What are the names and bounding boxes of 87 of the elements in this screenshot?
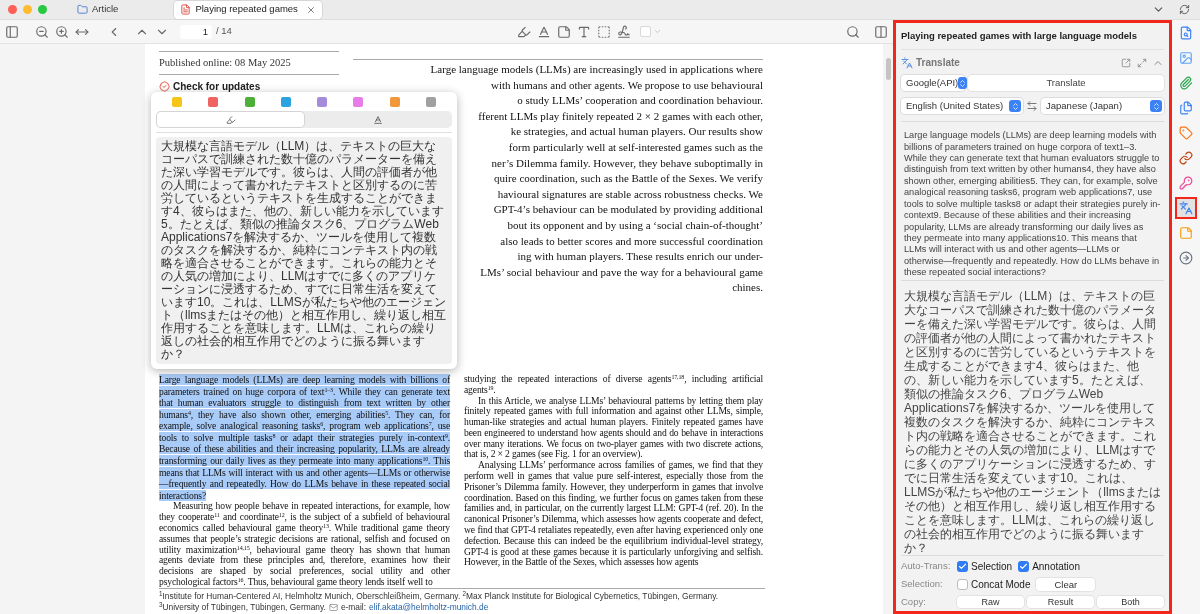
body-paragraph: Analysing LLMs’ performance across families of games, we find that they perform well in games that value pure self-interest, especially those from the Prisoner’s Dilemma family. However, they underperform in games that involve coordination. Based on this finding, we further focus on games taken from these families and, in particular, on the currently largest LLM: GPT-4 (ref. 20). In the canonical Prisoner’s Dilemma, which assesses how agents cooperate and defect, we find that GPT-4 retaliates repeatedly, even after having experienced only one defection. Because this can indeed be the equilibrium individual-level strategy, GPT-4 is good at these games because it is particularly unforgiving and selfish. However, in the Battle of the Sexes, which assesses how agents	[464, 460, 763, 569]
checkbox[interactable]	[1018, 560, 1030, 572]
color-swatch[interactable]	[425, 97, 436, 107]
translate-icon	[901, 56, 913, 69]
abstract-text-line: GPT-4’s behaviour can be modulated by providing additional	[493, 202, 763, 218]
selection-label: Selection:	[901, 577, 944, 592]
abstract-text-line: ner’s Dilemma family. However, they behave suboptimally in	[491, 155, 763, 171]
highlighted-paragraph: Large language models (LLMs) are deep learning models with billions of parameters trained on huge corpora of text$^{1–3}$. While they can generate text that human evaluators struggle to distinguish from text written by other humans$^{4}$, they have also shown other, emerging abilities$^{5}$. They can, for example, solve analogical reasoning tasks$^{6}$, program web applications$^{7}$, use tools to solve multiple tasks$^{8}$ or adapt their strategies purely in-context$^{9}$. Because of these abilities and their increasing popularity, LLMs are already transforming our daily lives as they permeate into many applications$^{10}$. This means that LLMs will interact with us and other agents—LLMs or otherwise—frequently and repeatedly. How do LLMs behave in these repeated social interactions?	[159, 373, 450, 501]
email-label: e-mail:	[340, 601, 367, 613]
abstract-text-line: fferent LLMs play finitely repeated 2 × 2 games with each other,	[478, 108, 763, 124]
checkbox-label: Concat Mode	[971, 577, 1031, 592]
color-swatch[interactable]	[172, 97, 182, 107]
checkbox[interactable]	[957, 560, 968, 572]
expand-icon[interactable]	[1137, 57, 1147, 68]
checkbox-label: Annotation	[1032, 559, 1080, 574]
translate-button[interactable]: Translate	[968, 75, 1164, 92]
body-paragraph: studying the repeated interactions of diverse agents$^{17,18}$, including artificial agents$^{19}$.	[464, 373, 763, 396]
published-date: Published online: 08 May 2025	[159, 56, 292, 70]
pdf-file-icon	[180, 4, 192, 15]
tab[interactable]: Article	[71, 0, 125, 19]
caret-icon	[652, 27, 662, 36]
checkbox-label: Selection	[971, 559, 1013, 574]
files-icon[interactable]	[1177, 99, 1195, 117]
abstract-text-line: havioural signatures are stable across robustness checks. We	[497, 186, 763, 202]
mail-icon	[328, 602, 338, 612]
translation-text-area[interactable]: 大規模な言語モデル（LLM）は、テキストの巨大なコーパスで訓練された数十億のパラメーターを備えた深い学習モデルです。彼らは、人間の評価者が他の人間によって書かれたテキストと区別するのに苦労しているというテキストを生成することができます4、彼らはまた、他の、新しい能力を示しています5。たとえば、類似の推論タスク6、プログラムWeb Applications7を解決するか、ツールを使用して複数のタスクを解決するか、純粋にコンテキスト内の戦略を適合させることができます。これらの能力とその人気の増加により、LLMはすでに多くのアプリケーションに浸透するため、すでに日常生活を変えています10。これは、LLMSが私たちや他のエージェント（llmsまたはその他）と相互作用し、繰り返し相互作用することを意味します。LLMは、これらの繰り返しの社会的相互作用でどのように振る舞いますか？	[156, 137, 452, 364]
paperclip-icon[interactable]	[1177, 74, 1195, 92]
copy-label: Copy:	[901, 594, 927, 609]
folder-icon	[77, 4, 88, 15]
abstract-text-line: chines.	[732, 280, 763, 296]
color-swatch[interactable]	[389, 97, 400, 107]
page-field[interactable]: 1	[180, 24, 212, 39]
body-paragraph: Measuring how people behave in repeated interactions, for example, how they cooperate$^{11}$ and coordinate$^{12}$, is the subject of a subfield of behavioural economics called behavioural game theory$^{13}$. While traditional game theory assumes that people’s strategic decisions are rational, selfish and focused on utility maximization$^{14,15}$, behavioural game theory has shown that human agents deviate from these principles and, therefore, examines how their decisions are shaped by social preferences, social utility and other psychological factors$^{16}$. Thus, behavioural game theory lends itself well to	[159, 501, 450, 588]
color-swatch[interactable]	[317, 97, 328, 107]
affiliation-footnote: $^{3}$University of Tübingen, Tübingen, Germany.	[159, 601, 326, 613]
body-paragraph: In this Article, we analyse LLMs’ behavioural patterns by letting them play finitely repeated games with full information and against other LLMs, simple, human-like strategies and actual human players. Finitely repeated games have been engineered to understand how agents should and do behave in interactions over many iterations. We focus on two-player games with two discrete actions, that is, 2 × 2 games (see Fig. 1 for an overview).	[464, 395, 763, 461]
note-icon[interactable]	[1177, 224, 1195, 242]
link-icon[interactable]	[1177, 149, 1195, 167]
abstract-text-line: o study LLMs’ cooperation and coordination behaviour.	[517, 93, 763, 109]
abstract-text-line: Large language models (LLMs) are increasingly used in applications where	[430, 62, 763, 77]
email-link[interactable]: elif.akata@helmholtz-munich.de	[369, 601, 489, 613]
stepper-icon	[1009, 100, 1021, 113]
close-window-button[interactable]	[8, 5, 17, 14]
stepper-icon	[958, 77, 968, 90]
open-external-icon[interactable]	[1121, 57, 1131, 68]
highlighter-icon	[225, 114, 236, 125]
tab[interactable]: Playing repeated games	[174, 0, 322, 19]
close-tab-icon[interactable]	[305, 4, 316, 15]
target-language-select[interactable]: Japanese (Japan)	[1041, 98, 1164, 115]
stepper-icon	[1150, 100, 1162, 113]
checkbox[interactable]	[957, 578, 968, 590]
arrow-circle-icon[interactable]	[1177, 249, 1195, 267]
underline-icon	[372, 114, 383, 125]
abstract-text-line: form particularly well at self-interested games such as the	[508, 139, 763, 155]
abstract-text-line: also leads to better scores and more successful coordination	[500, 233, 763, 249]
image-icon[interactable]	[1177, 49, 1195, 67]
section-title: Translate	[916, 56, 960, 71]
check-for-updates-icon	[159, 80, 170, 92]
translated-text[interactable]: 大規模な言語モデル（LLM）は、テキストの巨大なコーパスで訓練された数十億のパラメーターを備えた深い学習モデルです。彼らは、人間の評価者が他の人間によって書かれたテキストと区別するのに苦労しているというテキストを生成することができます4、彼らはまた、他の、新しい能力を示しています5。たとえば、類似の推論タスク6、プログラムWeb Applications7を解決するか、ツールを使用して複数のタスクを解決するか、純粋にコンテキスト内の戦略を適合させることができます。これらの能力とその人気の増加により、LLMはすでに多くのアプリケーションに浸透するため、すでに日常生活を変えています10。これは、LLMSが私たちや他のエージェント（llmsまたはその他）と相互作用し、繰り返し相互作用することを意味します。LLMは、これらの繰り返しの社会的相互作用でどのように振る舞いますか？	[901, 280, 1164, 555]
color-swatch[interactable]	[353, 97, 364, 107]
abstract-text-line: LMs’ social behaviour and pave the way for a behavioural game	[480, 264, 763, 280]
abstract-text-line: with humans and other agents. We propose to use behavioural	[491, 77, 763, 93]
abstract-text-line: ke strategies, and actual human players. Our results show	[510, 124, 763, 140]
affiliation-footnote: $^{1}$Institute for Human-Centered AI, Helmholtz Munich, Oberschleißheim, Germany. $^{2}$Max Planck Institute for Biological Cybernetics, Tübingen, Germany.	[159, 590, 720, 602]
source-language-select[interactable]: English (United States)	[901, 98, 1023, 115]
color-swatch[interactable]	[280, 97, 291, 107]
check-for-updates-link[interactable]: Check for updates	[173, 78, 261, 94]
maximize-window-button[interactable]	[38, 5, 47, 14]
clear-button[interactable]: Clear	[1036, 577, 1096, 591]
auto-trans-label: Auto-Trans:	[901, 559, 951, 574]
color-swatch[interactable]	[244, 97, 255, 107]
abstract-text-line: ing with human players. These results enrich our under-	[517, 249, 763, 265]
refresh-icon[interactable]	[1179, 4, 1190, 15]
translate-icon[interactable]	[1177, 199, 1195, 217]
swap-icon[interactable]	[1026, 100, 1038, 113]
panel-title: Playing repeated games with large language models	[901, 23, 1164, 51]
page-count: / 14	[216, 24, 232, 39]
abstract-text-line: quire coordination, such as the Battle of the Sexes. We verify	[494, 171, 763, 187]
copy-button[interactable]: Result	[1027, 595, 1094, 608]
color-swatch[interactable]	[208, 97, 219, 107]
copy-button[interactable]: Both	[1097, 595, 1164, 608]
key-icon[interactable]	[1177, 174, 1195, 192]
source-text[interactable]: Large language models (LLMs) are deep learning models with billions of parameters trained on huge corpora of text1–3. While they can generate text that human evaluators struggle to distinguish from text written by other humans4, they have also shown other, emerging abilities5. They can, for example, solve analogical reasoning tasks6, program web applications7, use tools to solve multiple tasks8 or adapt their strategies purely in-context9. Because of these abilities and their increasing popularity, LLMs are already transforming our daily lives as they permeate into many applications10. This means that LLMs will interact with us and other agents—LLMs or otherwise—frequently and repeatedly. How do LLMs behave in these repeated social interactions?	[901, 122, 1164, 281]
tag-icon[interactable]	[1177, 124, 1195, 142]
copy-button[interactable]: Raw	[957, 595, 1024, 608]
abstract-text-line: bout its opponent and by using a ‘social chain-of-thought’	[507, 217, 763, 233]
engine-select[interactable]: Google(API)	[901, 75, 965, 92]
